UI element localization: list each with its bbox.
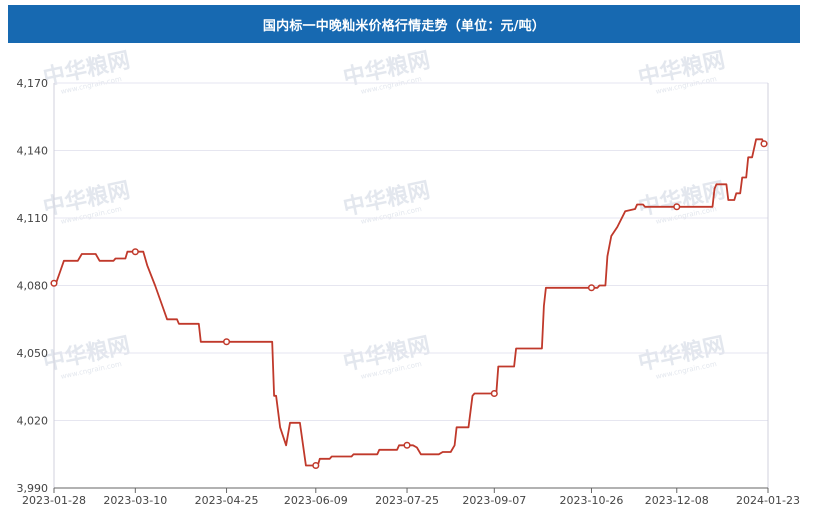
y-tick-label: 4,020	[17, 415, 49, 428]
x-tick-label: 2023-06-09	[284, 494, 348, 507]
data-point-marker	[587, 284, 596, 292]
data-point-marker	[673, 203, 681, 211]
y-tick-label: 4,110	[17, 212, 49, 225]
data-point-marker	[50, 279, 58, 287]
watermark: 中华粮网www.cngrain.com	[636, 332, 727, 381]
y-tick-label: 4,140	[17, 145, 49, 158]
watermark-layer: 中华粮网www.cngrain.com 中华粮网www.cngrain.com 中华…	[41, 47, 727, 381]
data-point-marker	[760, 140, 768, 148]
y-tick-label: 4,050	[17, 347, 49, 360]
grid-lines	[54, 82, 768, 489]
watermark: 中华粮网www.cngrain.com	[41, 332, 132, 381]
data-point-marker	[490, 389, 498, 398]
data-point-marker	[131, 248, 139, 256]
x-tick-label: 2023-09-07	[462, 494, 526, 507]
data-point-marker	[312, 461, 320, 470]
watermark: 中华粮网www.cngrain.com	[341, 47, 432, 96]
x-tick-label: 2024-01-23	[736, 494, 800, 507]
y-tick-label: 4,170	[17, 77, 49, 90]
x-axis-ticks: 2023-01-28 2023-03-10 2023-04-25 2023-06-09…	[22, 488, 800, 507]
y-tick-label: 4,080	[17, 280, 49, 293]
watermark: 中华粮网www.cngrain.com	[636, 47, 727, 96]
watermark: 中华粮网www.cngrain.com	[341, 332, 432, 381]
price-line-chart: 中华粮网www.cngrain.com 中华粮网www.cngrain.com 中华…	[17, 47, 800, 507]
x-tick-label: 2023-10-26	[560, 494, 624, 507]
x-tick-label: 2023-07-25	[375, 494, 439, 507]
x-tick-label: 2023-03-10	[103, 494, 167, 507]
watermark: 中华粮网www.cngrain.com	[41, 177, 132, 226]
y-axis-ticks: 3,9904,0204,0504,0804,1104,1404,170	[17, 77, 49, 495]
data-point-marker	[403, 441, 411, 449]
data-point-marker	[223, 338, 231, 346]
watermark: 中华粮网www.cngrain.com	[341, 177, 432, 226]
x-tick-label: 2023-12-08	[645, 494, 709, 507]
watermark: 中华粮网www.cngrain.com	[41, 47, 132, 96]
x-tick-label: 2023-04-25	[195, 494, 259, 507]
x-tick-label: 2023-01-28	[22, 494, 86, 507]
watermark: 中华粮网www.cngrain.com	[636, 177, 727, 226]
